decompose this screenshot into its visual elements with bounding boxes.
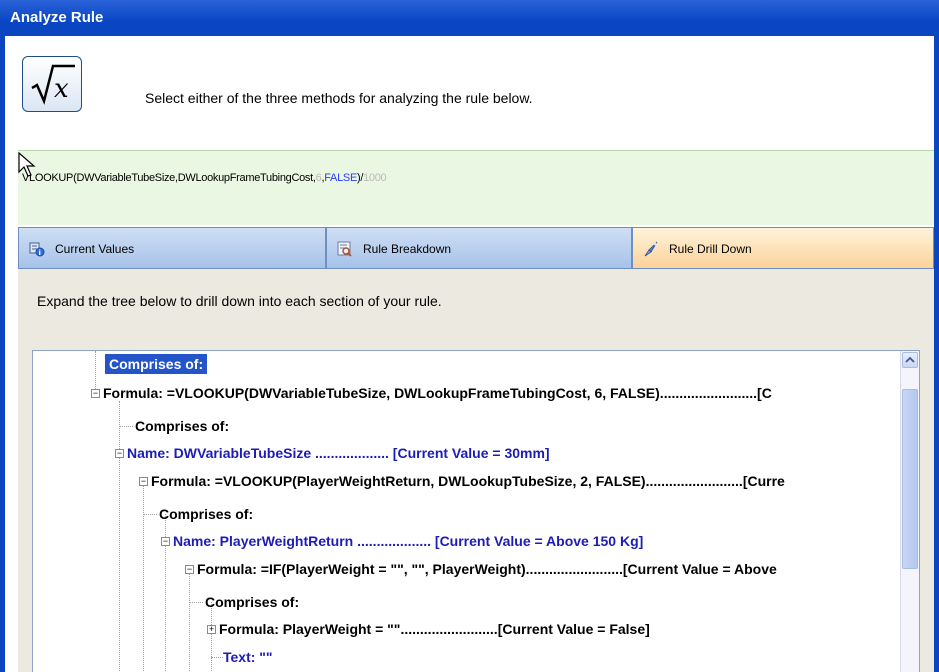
collapse-icon[interactable]: − <box>185 565 194 574</box>
tree-node-name[interactable]: Name: DWVariableTubeSize ...............… <box>127 445 550 461</box>
tree-node-comprises[interactable]: Comprises of: <box>135 418 229 434</box>
tab-rule-drill-down[interactable]: Rule Drill Down <box>632 227 934 269</box>
svg-text:i: i <box>39 249 41 257</box>
tab-label: Rule Breakdown <box>363 242 452 256</box>
scroll-up-button[interactable] <box>902 352 918 368</box>
rule-drill-down-icon <box>644 241 658 257</box>
tree-node-comprises[interactable]: Comprises of: <box>159 506 253 522</box>
collapse-icon[interactable]: − <box>139 477 148 486</box>
tree-scrollbar[interactable] <box>900 351 919 672</box>
tree-line <box>143 481 144 672</box>
formula-arg-bool: FALSE <box>324 172 357 184</box>
header-panel: x Select either of the three methods for… <box>5 36 934 150</box>
scroll-thumb[interactable] <box>902 389 918 569</box>
tree-line <box>143 514 157 515</box>
tree-node-text[interactable]: Text: "" <box>223 649 273 665</box>
tree-node-formula[interactable]: Formula: =VLOOKUP(DWVariableTubeSize, DW… <box>103 385 772 401</box>
formula-text: VLOOKUP(DWVariableTubeSize,DWLookupFrame… <box>22 172 387 184</box>
square-root-x-icon: x <box>22 56 82 112</box>
drill-down-instruction: Expand the tree below to drill down into… <box>37 293 442 309</box>
formula-display: VLOOKUP(DWVariableTubeSize,DWLookupFrame… <box>18 150 934 225</box>
tree-line <box>189 569 190 672</box>
tree-node-formula[interactable]: Formula: PlayerWeight = ""..............… <box>219 621 650 637</box>
tree-node-name[interactable]: Name: PlayerWeightReturn ...............… <box>173 533 643 549</box>
current-values-icon: i <box>29 242 45 257</box>
tree-line <box>119 426 133 427</box>
tab-label: Rule Drill Down <box>669 242 752 256</box>
tree-line <box>211 602 212 672</box>
tree-line <box>211 657 223 658</box>
svg-text:x: x <box>54 74 69 104</box>
tree-node-comprises[interactable]: Comprises of: <box>205 594 299 610</box>
rule-breakdown-icon <box>337 241 352 257</box>
tab-rule-breakdown[interactable]: Rule Breakdown <box>326 227 632 269</box>
drill-down-panel: Expand the tree below to drill down into… <box>18 269 934 672</box>
tree-node-formula[interactable]: Formula: =VLOOKUP(PlayerWeightReturn, DW… <box>151 473 785 489</box>
collapse-icon[interactable]: − <box>161 537 170 546</box>
tree-node-formula[interactable]: Formula: =IF(PlayerWeight = "", "", Play… <box>197 561 777 577</box>
tab-current-values[interactable]: i Current Values <box>18 227 326 269</box>
expand-icon[interactable]: + <box>207 625 216 634</box>
header-instruction: Select either of the three methods for a… <box>145 90 533 106</box>
window-title-bar: Analyze Rule <box>0 0 939 36</box>
formula-divisor: 1000 <box>363 172 387 184</box>
tree-line <box>119 401 120 672</box>
mouse-pointer-icon <box>18 152 36 177</box>
formula-part-main: VLOOKUP(DWVariableTubeSize,DWLookupFrame… <box>22 172 316 184</box>
analysis-tabs: i Current Values Rule Breakdown Rule Dri… <box>18 227 934 269</box>
collapse-icon[interactable]: − <box>91 389 100 398</box>
collapse-icon[interactable]: − <box>115 449 124 458</box>
window-frame-right <box>934 36 939 672</box>
tree-line <box>189 602 203 603</box>
rule-tree[interactable]: Comprises of: − Formula: =VLOOKUP(DWVari… <box>32 350 920 672</box>
window-title: Analyze Rule <box>10 9 104 26</box>
tree-node-comprises[interactable]: Comprises of: <box>105 354 208 374</box>
tab-label: Current Values <box>55 242 135 256</box>
chevron-up-icon <box>905 356 915 363</box>
